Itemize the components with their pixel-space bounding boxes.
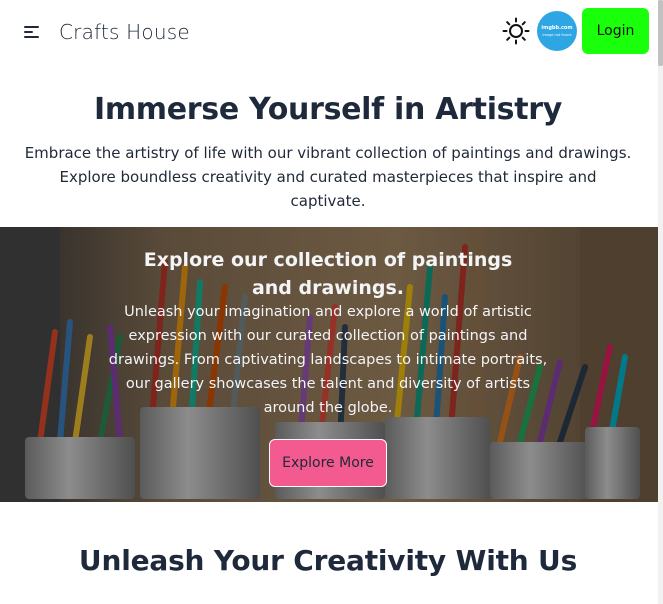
scrollbar-thumb[interactable] bbox=[658, 0, 663, 66]
explore-more-button[interactable]: Explore More bbox=[269, 439, 387, 487]
avatar-text-status: image not found bbox=[542, 32, 572, 37]
hero-description: Embrace the artistry of life with our vi… bbox=[24, 144, 632, 210]
brand-name[interactable]: Crafts House bbox=[59, 20, 190, 44]
sun-icon[interactable] bbox=[502, 17, 530, 45]
banner: Explore our collection of paintings and … bbox=[0, 227, 658, 502]
hamburger-icon[interactable] bbox=[22, 22, 42, 42]
scrollbar-track[interactable] bbox=[658, 0, 663, 604]
banner-title: Explore our collection of paintings and … bbox=[143, 249, 513, 299]
banner-description: Unleash your imagination and explore a w… bbox=[108, 304, 548, 416]
section-title: Unleash Your Creativity With Us bbox=[78, 544, 578, 577]
login-button[interactable]: Login bbox=[582, 8, 649, 54]
hero-title: Immerse Yourself in Artistry bbox=[93, 92, 563, 127]
avatar-text-site: imgbb.com bbox=[541, 24, 573, 31]
navbar: Crafts House imgbb.com image not found L… bbox=[0, 0, 658, 64]
avatar[interactable]: imgbb.com image not found bbox=[537, 11, 577, 51]
